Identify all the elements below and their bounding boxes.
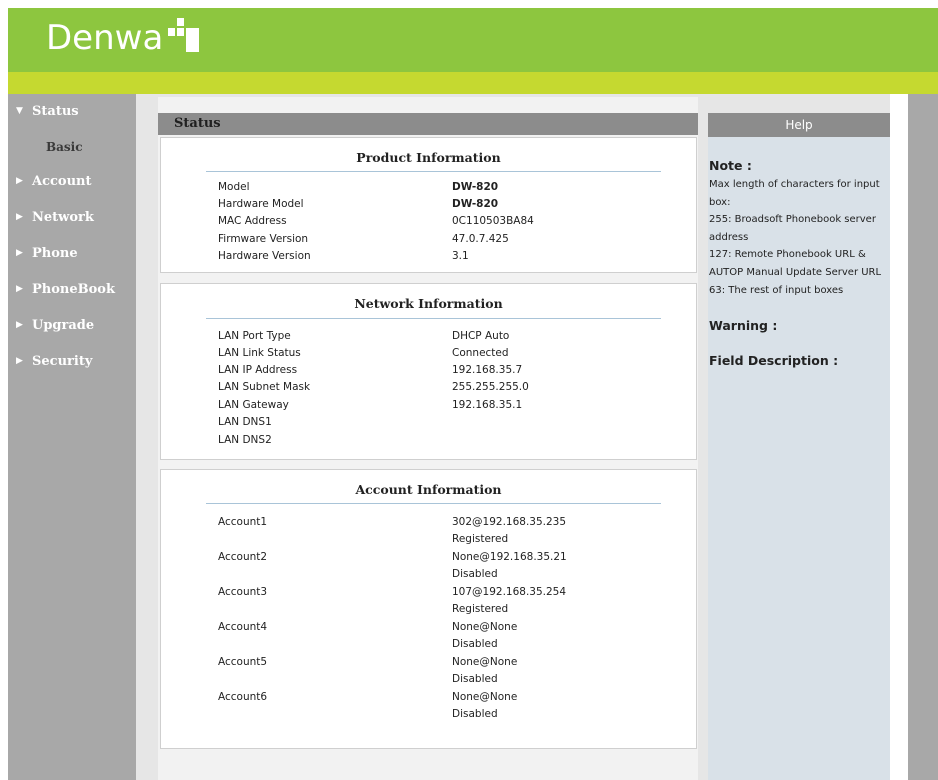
title-divider: [206, 171, 661, 172]
header-bar: Denwa: [8, 8, 938, 72]
help-note-line: 127: Remote Phonebook URL &: [709, 249, 866, 261]
triangle-right-icon: ▶: [16, 212, 23, 222]
right-edge-bar: [908, 94, 938, 780]
help-note-line: Max length of characters for input: [709, 179, 880, 190]
account-address: 107@192.168.35.254: [452, 586, 567, 598]
field-label: LAN Link Status: [218, 347, 301, 359]
account-label: Account2: [218, 551, 268, 563]
help-note-line: address: [709, 231, 749, 243]
account-information-panel: Account Information Account1 302@192.168.3…: [160, 469, 697, 749]
denwa-logo[interactable]: Denwa: [46, 18, 200, 58]
sidebar-subitem-basic[interactable]: Basic: [46, 140, 136, 154]
sidebar: ▼ Status ▶ Account ▶ Network ▶ Phone ▶ PhoneBook ▶…: [8, 94, 136, 780]
help-warning-heading: Warning :: [709, 318, 778, 333]
sidebar-item-phone[interactable]: ▶ Phone: [8, 241, 136, 271]
sidebar-item-upgrade[interactable]: ▶ Upgrade: [8, 313, 136, 343]
triangle-down-icon: ▼: [16, 106, 23, 116]
help-title-bar: Help: [708, 113, 890, 137]
account-address: None@None: [452, 621, 518, 633]
sidebar-item-security[interactable]: ▶ Security: [8, 349, 136, 379]
account-label: Account1: [218, 516, 268, 528]
field-value: DW-820: [452, 181, 499, 193]
field-label: LAN Gateway: [218, 399, 289, 411]
field-label: LAN DNS2: [218, 434, 272, 446]
sidebar-item-status[interactable]: ▼ Status: [8, 99, 136, 129]
account-status: Registered: [452, 603, 509, 615]
account-status: Disabled: [452, 568, 498, 580]
account-address: None@None: [452, 691, 518, 703]
help-title: Help: [785, 118, 813, 132]
help-note-line: box:: [709, 196, 731, 208]
help-note-line: 63: The rest of input boxes: [709, 284, 844, 296]
sidebar-item-network[interactable]: ▶ Network: [8, 205, 136, 235]
title-divider: [206, 503, 661, 504]
field-value: 255.255.255.0: [452, 381, 529, 393]
account-address: 302@192.168.35.235: [452, 516, 567, 528]
network-information-panel-title: Network Information: [354, 296, 503, 311]
account-address: None@192.168.35.21: [452, 551, 567, 563]
triangle-right-icon: ▶: [16, 248, 23, 258]
field-label: Model: [218, 181, 250, 193]
help-note-heading: Note :: [709, 158, 752, 173]
field-value: Connected: [452, 347, 509, 359]
account-label: Account6: [218, 691, 268, 703]
account-information-panel-title: Account Information: [355, 482, 502, 497]
help-field-description-heading: Field Description :: [709, 353, 839, 368]
field-value: 3.1: [452, 250, 469, 262]
field-value: 192.168.35.7: [452, 364, 523, 376]
account-label: Account4: [218, 621, 268, 633]
field-label: Hardware Version: [218, 250, 311, 262]
field-value: DW-820: [452, 198, 499, 210]
field-label: MAC Address: [218, 215, 287, 227]
sidebar-item-label: Phone: [32, 246, 78, 261]
sidebar-item-account[interactable]: ▶ Account: [8, 169, 136, 199]
page-title: Status: [174, 116, 221, 131]
triangle-right-icon: ▶: [16, 176, 23, 186]
header-stripe: [8, 72, 938, 94]
sidebar-item-label: PhoneBook: [32, 282, 115, 297]
product-information-panel-title: Product Information: [356, 150, 501, 165]
triangle-right-icon: ▶: [16, 356, 23, 366]
field-label: Hardware Model: [218, 198, 304, 210]
field-label: LAN Subnet Mask: [218, 381, 311, 393]
sidebar-item-label: Security: [32, 354, 93, 369]
sidebar-item-phonebook[interactable]: ▶ PhoneBook: [8, 277, 136, 307]
help-note-line: AUTOP Manual Update Server URL: [709, 267, 882, 278]
logo-wordmark: Denwa: [46, 18, 164, 58]
network-information-panel: Network Information LAN Port Type DHCP Aut…: [160, 283, 697, 460]
account-label: Account5: [218, 656, 268, 668]
account-status: Disabled: [452, 638, 498, 650]
account-status: Registered: [452, 533, 509, 545]
right-gutter: [890, 94, 908, 780]
product-information-panel: Product Information Model DW-820 Hardware M…: [160, 137, 697, 273]
field-label: LAN DNS1: [218, 416, 272, 428]
account-address: None@None: [452, 656, 518, 668]
field-label: Firmware Version: [218, 233, 309, 245]
account-status: Disabled: [452, 673, 498, 685]
field-value: DHCP Auto: [452, 330, 510, 342]
page-title-bar: Status: [158, 113, 698, 135]
field-value: 192.168.35.1: [452, 399, 523, 411]
sidebar-item-label: Status: [32, 104, 79, 119]
sidebar-item-label: Upgrade: [32, 318, 95, 333]
field-label: LAN IP Address: [218, 364, 298, 376]
help-panel: Help Note : Max length of characters for…: [708, 113, 890, 780]
logo-squares-icon: [168, 18, 200, 52]
sidebar-item-label: Network: [32, 210, 94, 225]
account-status: Disabled: [452, 708, 498, 720]
triangle-right-icon: ▶: [16, 320, 23, 330]
help-note-line: 255: Broadsoft Phonebook server: [709, 214, 876, 226]
field-value: 47.0.7.425: [452, 233, 509, 245]
field-value: 0C110503BA84: [452, 215, 534, 227]
account-label: Account3: [218, 586, 268, 598]
sidebar-item-label: Account: [32, 174, 92, 189]
field-label: LAN Port Type: [218, 330, 291, 342]
title-divider: [206, 318, 661, 319]
triangle-right-icon: ▶: [16, 284, 23, 294]
